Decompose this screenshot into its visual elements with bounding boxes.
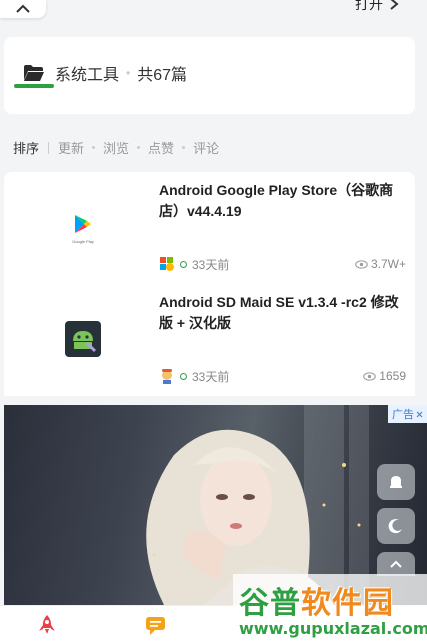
publish-time: 33天前 — [192, 369, 230, 384]
notification-button[interactable] — [377, 464, 415, 500]
sort-label: 排序 — [13, 141, 40, 156]
sort-option-update[interactable]: 更新 — [58, 138, 84, 157]
sd-maid-logo-icon — [64, 321, 101, 357]
eye-icon — [355, 259, 368, 269]
view-count: 1659 — [363, 369, 406, 383]
author-avatar[interactable] — [159, 368, 175, 384]
folder-open-icon — [24, 65, 44, 81]
sort-option-comments[interactable]: 评论 — [193, 138, 219, 157]
category-underline — [14, 84, 54, 88]
separator-dot — [182, 146, 186, 149]
chevron-up-icon — [16, 4, 30, 13]
list-item[interactable]: Android SD Maid SE v1.3.4 -rc2 修改版 + 汉化版… — [4, 284, 415, 396]
chevron-right-icon — [390, 0, 399, 10]
dark-mode-button[interactable] — [377, 508, 415, 544]
category-name: 系统工具 — [55, 67, 120, 84]
site-watermark: 谷普软件园 www.gupuxlazal.com — [233, 574, 427, 641]
article-thumbnail[interactable] — [14, 290, 151, 388]
top-bar: 打开 — [0, 0, 427, 20]
article-thumbnail[interactable]: Google Play — [14, 178, 151, 276]
publish-time: 33天前 — [192, 257, 230, 272]
article-title[interactable]: Android SD Maid SE v1.3.4 -rc2 修改版 + 汉化版 — [159, 292, 404, 334]
ad-tag[interactable]: 广告 — [388, 405, 427, 423]
sort-option-likes[interactable]: 点赞 — [148, 138, 174, 157]
author-avatar[interactable] — [159, 256, 175, 272]
collapse-button[interactable] — [0, 0, 46, 18]
eye-icon — [363, 371, 377, 381]
rocket-icon[interactable] — [36, 614, 58, 636]
article-title[interactable]: Android Google Play Store（谷歌商店）v44.4.19 — [159, 180, 404, 222]
sort-option-views[interactable]: 浏览 — [103, 138, 129, 157]
open-link[interactable]: 打开 — [355, 0, 399, 14]
back-to-top-button[interactable] — [377, 552, 415, 576]
watermark-title-green: 谷普 — [239, 586, 301, 621]
bell-icon — [390, 476, 402, 488]
watermark-title: 谷普软件园 — [239, 578, 394, 622]
chevron-up-icon — [390, 560, 402, 568]
thumb-caption: Google Play — [72, 239, 94, 244]
close-icon — [416, 411, 423, 417]
view-count-value: 1659 — [379, 369, 406, 383]
article-count: 共67篇 — [137, 67, 188, 84]
article-list: Google Play Android Google Play Store（谷歌… — [4, 172, 415, 396]
separator-dot — [92, 146, 96, 149]
google-play-logo-icon: Google Play — [72, 215, 94, 244]
separator-dot: • — [126, 66, 131, 80]
moon-icon — [388, 519, 402, 534]
separator-dot — [137, 146, 141, 149]
sort-bar: 排序 更新 浏览 点赞 评论 — [13, 138, 219, 157]
article-meta: 33天前 3.7W+ — [159, 255, 406, 273]
list-item[interactable]: Google Play Android Google Play Store（谷歌… — [4, 172, 415, 284]
watermark-title-orange: 软件园 — [301, 586, 394, 621]
watermark-url: www.gupuxlazal.com — [239, 619, 427, 638]
online-status-icon — [180, 372, 187, 380]
online-status-icon — [180, 260, 187, 268]
category-header-card: 系统工具 • 共67篇 — [4, 37, 415, 114]
view-count: 3.7W+ — [355, 257, 406, 271]
ad-tag-label: 广告 — [392, 409, 414, 421]
open-label: 打开 — [355, 0, 383, 12]
divider — [48, 141, 50, 154]
article-meta: 33天前 1659 — [159, 367, 406, 385]
chat-icon[interactable] — [145, 614, 167, 636]
view-count-value: 3.7W+ — [370, 257, 406, 271]
